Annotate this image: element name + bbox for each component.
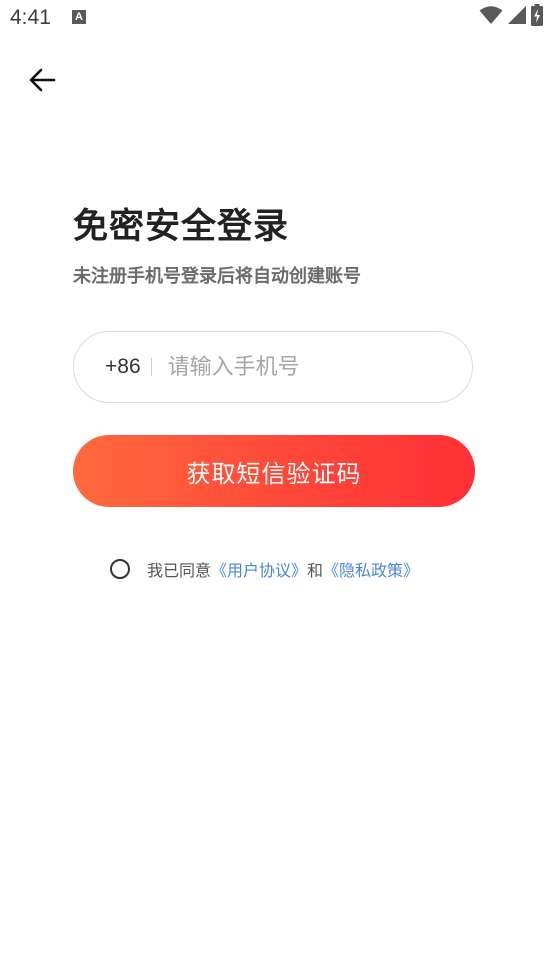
back-button[interactable]: [24, 62, 60, 98]
agreement-prefix: 我已同意: [147, 561, 212, 580]
agree-checkbox[interactable]: [110, 559, 130, 579]
login-screen: 4:41 A 免密安全登录 未注册手机号登录后将自动创建账号 +86 请输入手机…: [0, 0, 549, 977]
user-agreement-link[interactable]: 《用户协议》: [211, 557, 307, 581]
status-bar: 4:41 A: [0, 0, 549, 40]
notification-a-icon: A: [72, 10, 86, 24]
privacy-policy-link[interactable]: 《隐私政策》: [323, 557, 419, 581]
page-title: 免密安全登录: [73, 207, 290, 247]
status-time: 4:41: [10, 6, 51, 29]
agreement-conjunction: 和: [307, 561, 324, 580]
phone-field[interactable]: +86: [73, 331, 473, 403]
arrow-left-icon: [29, 68, 56, 92]
cellular-signal-icon: [507, 5, 527, 29]
wifi-icon: [479, 5, 503, 29]
country-code-divider: [150, 358, 152, 376]
country-code[interactable]: +86: [105, 355, 141, 379]
agreement-row: 我已同意 《用户协议》 和 《隐私政策》: [110, 557, 419, 581]
battery-charging-icon: [531, 4, 543, 30]
phone-input[interactable]: [167, 354, 428, 380]
status-icons: [479, 4, 543, 30]
get-sms-code-button[interactable]: 获取短信验证码: [73, 435, 475, 507]
page-subtitle: 未注册手机号登录后将自动创建账号: [73, 266, 361, 287]
